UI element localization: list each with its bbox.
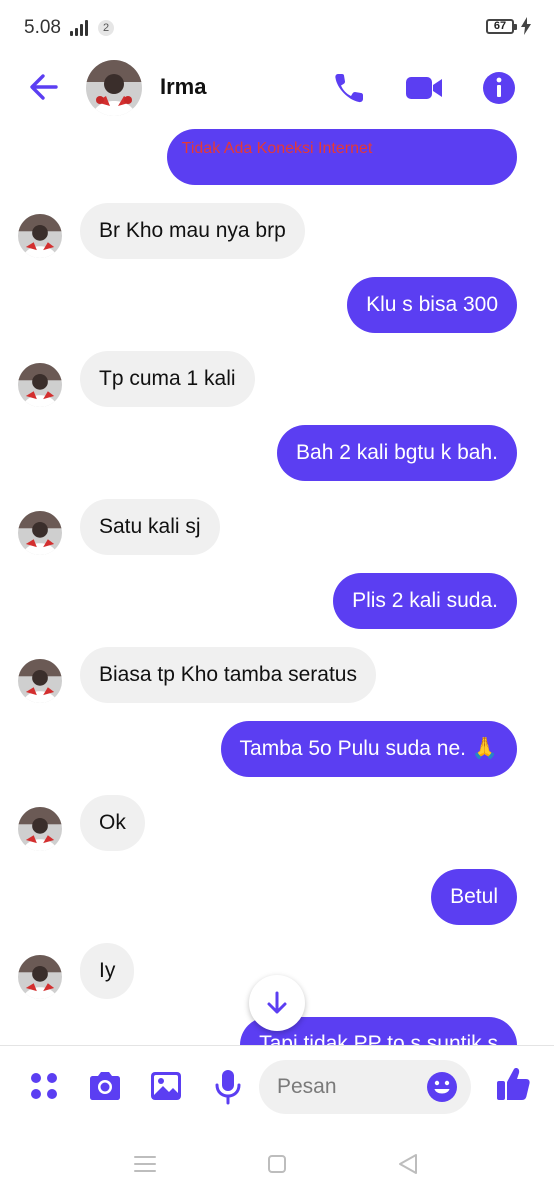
outgoing-message[interactable]: Betul [431, 869, 517, 925]
incoming-message[interactable]: Iy [80, 943, 135, 999]
no-internet-banner: Tidak Ada Koneksi Internet [181, 140, 373, 157]
incoming-message[interactable]: Tp cuma 1 kali [80, 351, 255, 407]
contact-avatar-small [18, 955, 62, 999]
message-composer [0, 1045, 554, 1128]
arrow-left-icon[interactable] [24, 68, 64, 106]
outgoing-message[interactable]: Bah 2 kali bgtu k bah. [277, 425, 517, 481]
chat-header: Irma [0, 56, 554, 118]
contact-avatar[interactable] [86, 60, 142, 116]
contact-avatar-small [18, 659, 62, 703]
arrow-down-icon [267, 991, 287, 1014]
contact-name[interactable]: Irma [160, 74, 206, 100]
microphone-icon[interactable] [208, 1066, 248, 1106]
contact-avatar-small [18, 511, 62, 555]
charging-icon [521, 17, 531, 35]
thumbs-up-icon[interactable] [493, 1064, 533, 1104]
back-triangle-icon[interactable] [393, 1149, 423, 1179]
battery-icon: 67 [486, 19, 517, 34]
signal-icon [70, 20, 92, 36]
video-camera-icon[interactable] [402, 66, 446, 110]
message-list[interactable]: Br Kho mau nya brp Klu s bisa 300 Tp cum… [0, 118, 554, 1045]
incoming-message[interactable]: Satu kali sj [80, 499, 220, 555]
camera-icon[interactable] [85, 1066, 125, 1106]
incoming-message[interactable]: Biasa tp Kho tamba seratus [80, 647, 376, 703]
info-icon[interactable] [477, 66, 521, 110]
incoming-message[interactable]: Br Kho mau nya brp [80, 203, 305, 259]
image-icon[interactable] [146, 1066, 186, 1106]
contact-avatar-small [18, 214, 62, 258]
outgoing-message[interactable]: Klu s bisa 300 [347, 277, 517, 333]
menu-icon[interactable] [130, 1149, 160, 1179]
status-time: 5.08 [24, 17, 61, 38]
system-navigation-bar [0, 1127, 554, 1200]
outgoing-message[interactable]: Tamba 5o Pulu suda ne. 🙏 [220, 721, 517, 777]
smiley-icon[interactable] [425, 1070, 459, 1104]
notification-count-badge: 2 [98, 20, 114, 36]
contact-avatar-small [18, 363, 62, 407]
outgoing-message[interactable]: Plis 2 kali suda. [333, 573, 517, 629]
incoming-message[interactable]: Ok [80, 795, 145, 851]
home-icon[interactable] [262, 1149, 292, 1179]
four-dots-icon[interactable] [24, 1066, 64, 1106]
contact-avatar-small [18, 807, 62, 851]
scroll-to-bottom-button[interactable] [249, 975, 305, 1031]
status-bar: 5.08 2 67 [0, 0, 554, 56]
phone-icon[interactable] [328, 66, 372, 110]
